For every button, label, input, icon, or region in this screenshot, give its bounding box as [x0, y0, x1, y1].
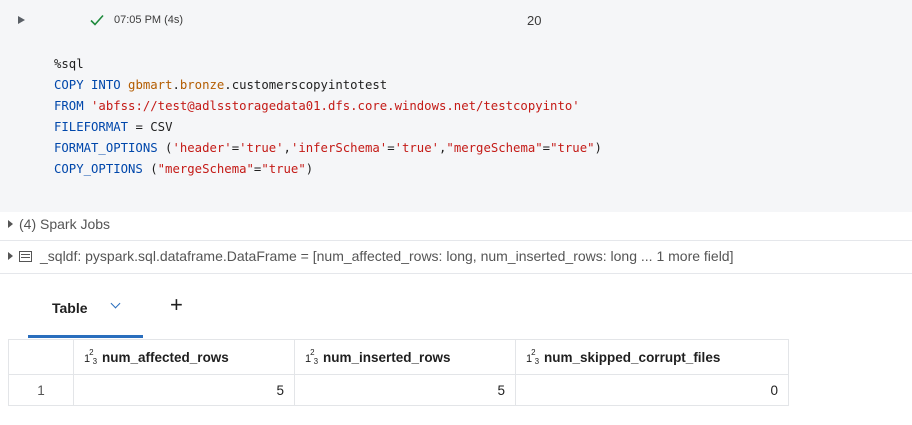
run-status-time: 07:05 PM (4s)	[114, 14, 184, 26]
code-line: COPY_OPTIONS ("mergeSchema"="true")	[54, 159, 602, 180]
code-token: COPY_OPTIONS	[54, 162, 143, 176]
check-icon	[90, 14, 104, 26]
code-token: "mergeSchema"	[446, 141, 543, 155]
code-token: "mergeSchema"	[157, 162, 254, 176]
code-token: COPY INTO	[54, 78, 129, 92]
spark-jobs-label: (4) Spark Jobs	[19, 216, 111, 232]
code-line: COPY INTO gbmart.bronze.customerscopyint…	[54, 75, 602, 96]
table-cell[interactable]: 0	[515, 374, 789, 406]
code-token: .customerscopyintotest	[224, 78, 388, 92]
code-token: 'inferSchema'	[290, 141, 388, 155]
code-token: (	[142, 162, 158, 176]
code-token: FORMAT_OPTIONS	[54, 141, 158, 155]
results-table: 123 num_affected_rows 123 num_inserted_row…	[8, 339, 789, 406]
code-token: bronze	[179, 78, 225, 92]
code-token: FROM	[54, 99, 92, 113]
code-token: 'header'	[172, 141, 232, 155]
column-header[interactable]: 123 num_inserted_rows	[294, 339, 516, 375]
code-token: %sql	[54, 57, 84, 71]
code-token: )	[594, 141, 602, 155]
dataframe-info: _sqldf: pyspark.sql.dataframe.DataFrame …	[40, 248, 734, 264]
code-token: "true"	[261, 162, 306, 176]
active-tab-indicator	[28, 335, 143, 338]
table-row: 1 5 5 0	[8, 374, 789, 406]
code-token: 'true'	[239, 141, 284, 155]
code-line: FROM 'abfss://test@adlsstoragedata01.dfs…	[54, 96, 602, 117]
row-index-header	[8, 339, 74, 375]
integer-type-icon: 123	[305, 347, 318, 366]
code-token: gbmart	[128, 78, 173, 92]
table-icon	[19, 250, 32, 262]
table-cell[interactable]: 5	[294, 374, 516, 406]
integer-type-icon: 123	[84, 347, 97, 366]
column-header-label: num_skipped_corrupt_files	[544, 349, 721, 365]
expand-triangle-icon	[8, 252, 13, 260]
divider	[0, 273, 912, 274]
code-token: = CSV	[128, 120, 173, 134]
code-token: ,	[283, 141, 291, 155]
code-token: =	[231, 141, 240, 155]
code-token: "true"	[550, 141, 595, 155]
code-token: 'abfss://test@adlsstoragedata01.dfs.core…	[91, 99, 580, 113]
tab-table-label: Table	[52, 300, 88, 316]
column-header-label: num_inserted_rows	[323, 349, 451, 365]
code-line: FILEFORMAT = CSV	[54, 117, 602, 138]
spark-jobs-toggle[interactable]: (4) Spark Jobs	[8, 216, 110, 232]
code-token: 'true'	[394, 141, 440, 155]
code-editor[interactable]: %sql COPY INTO gbmart.bronze.customerscop…	[54, 54, 602, 180]
table-cell[interactable]: 5	[73, 374, 295, 406]
code-line: FORMAT_OPTIONS ('header'='true','inferSc…	[54, 138, 602, 159]
dataframe-toggle[interactable]: _sqldf: pyspark.sql.dataframe.DataFrame …	[8, 248, 733, 264]
code-token: FILEFORMAT	[54, 120, 129, 134]
table-header-row: 123 num_affected_rows 123 num_inserted_row…	[8, 339, 789, 375]
code-token: =	[542, 141, 551, 155]
expand-triangle-icon	[8, 220, 13, 228]
column-header[interactable]: 123 num_affected_rows	[73, 339, 295, 375]
command-number: 20	[527, 13, 542, 28]
code-token: (	[157, 141, 173, 155]
code-cell: 07:05 PM (4s) 20 %sql COPY INTO gbmart.br…	[0, 0, 912, 212]
column-header-label: num_affected_rows	[102, 349, 229, 365]
code-token: )	[305, 162, 314, 176]
add-visualization-button[interactable]: +	[170, 294, 183, 316]
divider	[0, 240, 912, 241]
integer-type-icon: 123	[526, 347, 539, 366]
chevron-down-icon[interactable]	[110, 298, 121, 309]
code-line: %sql	[54, 54, 602, 75]
column-header[interactable]: 123 num_skipped_corrupt_files	[515, 339, 789, 375]
code-token: =	[387, 141, 395, 155]
row-index: 1	[8, 374, 74, 406]
run-cell-button[interactable]	[18, 16, 25, 24]
tab-table[interactable]: Table	[28, 292, 143, 338]
code-token: .	[172, 78, 180, 92]
